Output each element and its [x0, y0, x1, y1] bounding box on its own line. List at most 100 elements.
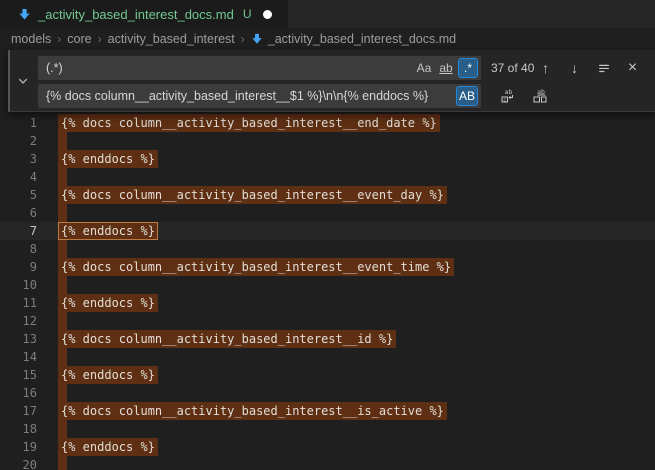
code-line[interactable]: 19 {% enddocs %} [0, 438, 655, 456]
code-line[interactable]: 1 {% docs column__activity_based_interest… [0, 114, 655, 132]
find-input-value: (.*) [46, 61, 412, 75]
breadcrumb-item-activity-based-interest[interactable]: activity_based_interest [108, 32, 235, 46]
find-match-highlight: {% docs column__activity_based_interest_… [58, 114, 440, 132]
preserve-case-toggle[interactable]: AB [456, 86, 478, 106]
breadcrumb-separator: › [235, 32, 251, 46]
line-text [61, 240, 67, 258]
line-text [61, 312, 67, 330]
line-text [61, 384, 67, 402]
line-number: 14 [0, 348, 37, 366]
find-match-highlight [58, 420, 67, 438]
code-line[interactable]: 15 {% enddocs %} [0, 366, 655, 384]
code-lines: 1 {% docs column__activity_based_interest… [0, 114, 655, 470]
git-status-badge: U [243, 7, 252, 21]
find-match-highlight: {% enddocs %} [58, 438, 158, 456]
line-number: 11 [0, 294, 37, 312]
code-line[interactable]: 8 [0, 240, 655, 258]
svg-text:ab: ab [504, 88, 512, 96]
line-number: 3 [0, 150, 37, 168]
line-number: 18 [0, 420, 37, 438]
replace-input-value: {% docs column__activity_based_interest_… [46, 89, 454, 103]
code-line[interactable]: 14 [0, 348, 655, 366]
close-find-widget-button[interactable]: × [622, 58, 643, 79]
code-line[interactable]: 7{% enddocs %} [0, 222, 655, 240]
find-actions: ↑ ↓ × [535, 58, 647, 79]
line-text: {% enddocs %} [61, 366, 158, 384]
code-line[interactable]: 6 [0, 204, 655, 222]
unsaved-changes-dot[interactable] [263, 10, 272, 19]
line-number: 6 [0, 204, 37, 222]
replace-button[interactable]: ab c [497, 86, 518, 107]
find-match-highlight [58, 168, 67, 186]
line-number: 8 [0, 240, 37, 258]
find-match-highlight [58, 276, 67, 294]
code-line[interactable]: 16 [0, 384, 655, 402]
editor: (.*) Aa ab .* 37 of 40 ↑ ↓ × {% docs col… [0, 50, 655, 470]
code-line[interactable]: 9{% docs column__activity_based_interest… [0, 258, 655, 276]
match-case-toggle[interactable]: Aa [414, 58, 434, 78]
find-match-highlight: {% docs column__activity_based_interest_… [58, 330, 396, 348]
whole-word-toggle[interactable]: ab [436, 58, 456, 78]
tab-bar: _activity_based_interest_docs.md U [0, 0, 655, 28]
line-text [61, 456, 67, 470]
line-text [61, 168, 67, 186]
line-number: 19 [0, 438, 37, 456]
line-text: {% enddocs %} [61, 222, 158, 240]
breadcrumb: models › core › activity_based_interest … [0, 28, 655, 50]
replace-input[interactable]: {% docs column__activity_based_interest_… [38, 84, 481, 108]
breadcrumb-item-core[interactable]: core [67, 32, 91, 46]
line-text [61, 420, 67, 438]
find-row: (.*) Aa ab .* 37 of 40 ↑ ↓ × [38, 56, 647, 80]
breadcrumb-separator: › [92, 32, 108, 46]
line-number: 16 [0, 384, 37, 402]
line-text [61, 132, 67, 150]
code-line[interactable]: 17 {% docs column__activity_based_interes… [0, 402, 655, 420]
toggle-replace-chevron-icon[interactable] [15, 73, 31, 89]
previous-match-button[interactable]: ↑ [535, 58, 556, 79]
find-match-highlight [58, 348, 67, 366]
line-number: 1 [0, 114, 37, 132]
code-line[interactable]: 11{% enddocs %} [0, 294, 655, 312]
line-text: {% docs column__activity_based_interest_… [61, 258, 454, 276]
code-line[interactable]: 4 [0, 168, 655, 186]
code-line[interactable]: 3 {% enddocs %} [0, 150, 655, 168]
find-replace-widget: (.*) Aa ab .* 37 of 40 ↑ ↓ × {% docs col… [8, 50, 655, 112]
line-text: {% docs column__activity_based_interest_… [61, 330, 396, 348]
line-number: 15 [0, 366, 37, 384]
tab-title: _activity_based_interest_docs.md [38, 7, 234, 22]
line-number: 2 [0, 132, 37, 150]
breadcrumb-item-models[interactable]: models [11, 32, 51, 46]
line-number: 5 [0, 186, 37, 204]
replace-all-button[interactable]: ab [529, 86, 550, 107]
find-match-highlight [58, 240, 67, 258]
code-line[interactable]: 13{% docs column__activity_based_interes… [0, 330, 655, 348]
match-count: 37 of 40 [491, 61, 534, 75]
find-in-selection-button[interactable] [593, 58, 614, 79]
line-text: {% enddocs %} [61, 438, 158, 456]
line-number: 17 [0, 402, 37, 420]
code-line[interactable]: 18 [0, 420, 655, 438]
breadcrumb-item-file[interactable]: _activity_based_interest_docs.md [251, 32, 456, 46]
line-number: 4 [0, 168, 37, 186]
line-text [61, 276, 67, 294]
tab-active[interactable]: _activity_based_interest_docs.md U [0, 0, 288, 28]
find-match-highlight [58, 312, 67, 330]
line-number: 12 [0, 312, 37, 330]
code-line[interactable]: 20 [0, 456, 655, 470]
code-line[interactable]: 12 [0, 312, 655, 330]
breadcrumb-file-label: _activity_based_interest_docs.md [268, 32, 456, 46]
replace-row: {% docs column__activity_based_interest_… [38, 84, 647, 108]
find-match-highlight [58, 384, 67, 402]
find-input[interactable]: (.*) Aa ab .* [38, 56, 481, 80]
find-match-highlight: {% docs column__activity_based_interest_… [58, 402, 447, 420]
line-text: {% enddocs %} [61, 150, 158, 168]
find-match-highlight [58, 204, 67, 222]
regex-toggle[interactable]: .* [458, 58, 478, 78]
breadcrumb-separator: › [51, 32, 67, 46]
code-line[interactable]: 2 [0, 132, 655, 150]
markdown-file-icon [18, 8, 31, 21]
code-line[interactable]: 5{% docs column__activity_based_interest… [0, 186, 655, 204]
code-line[interactable]: 10 [0, 276, 655, 294]
find-match-current: {% enddocs %} [58, 222, 158, 240]
next-match-button[interactable]: ↓ [564, 58, 585, 79]
